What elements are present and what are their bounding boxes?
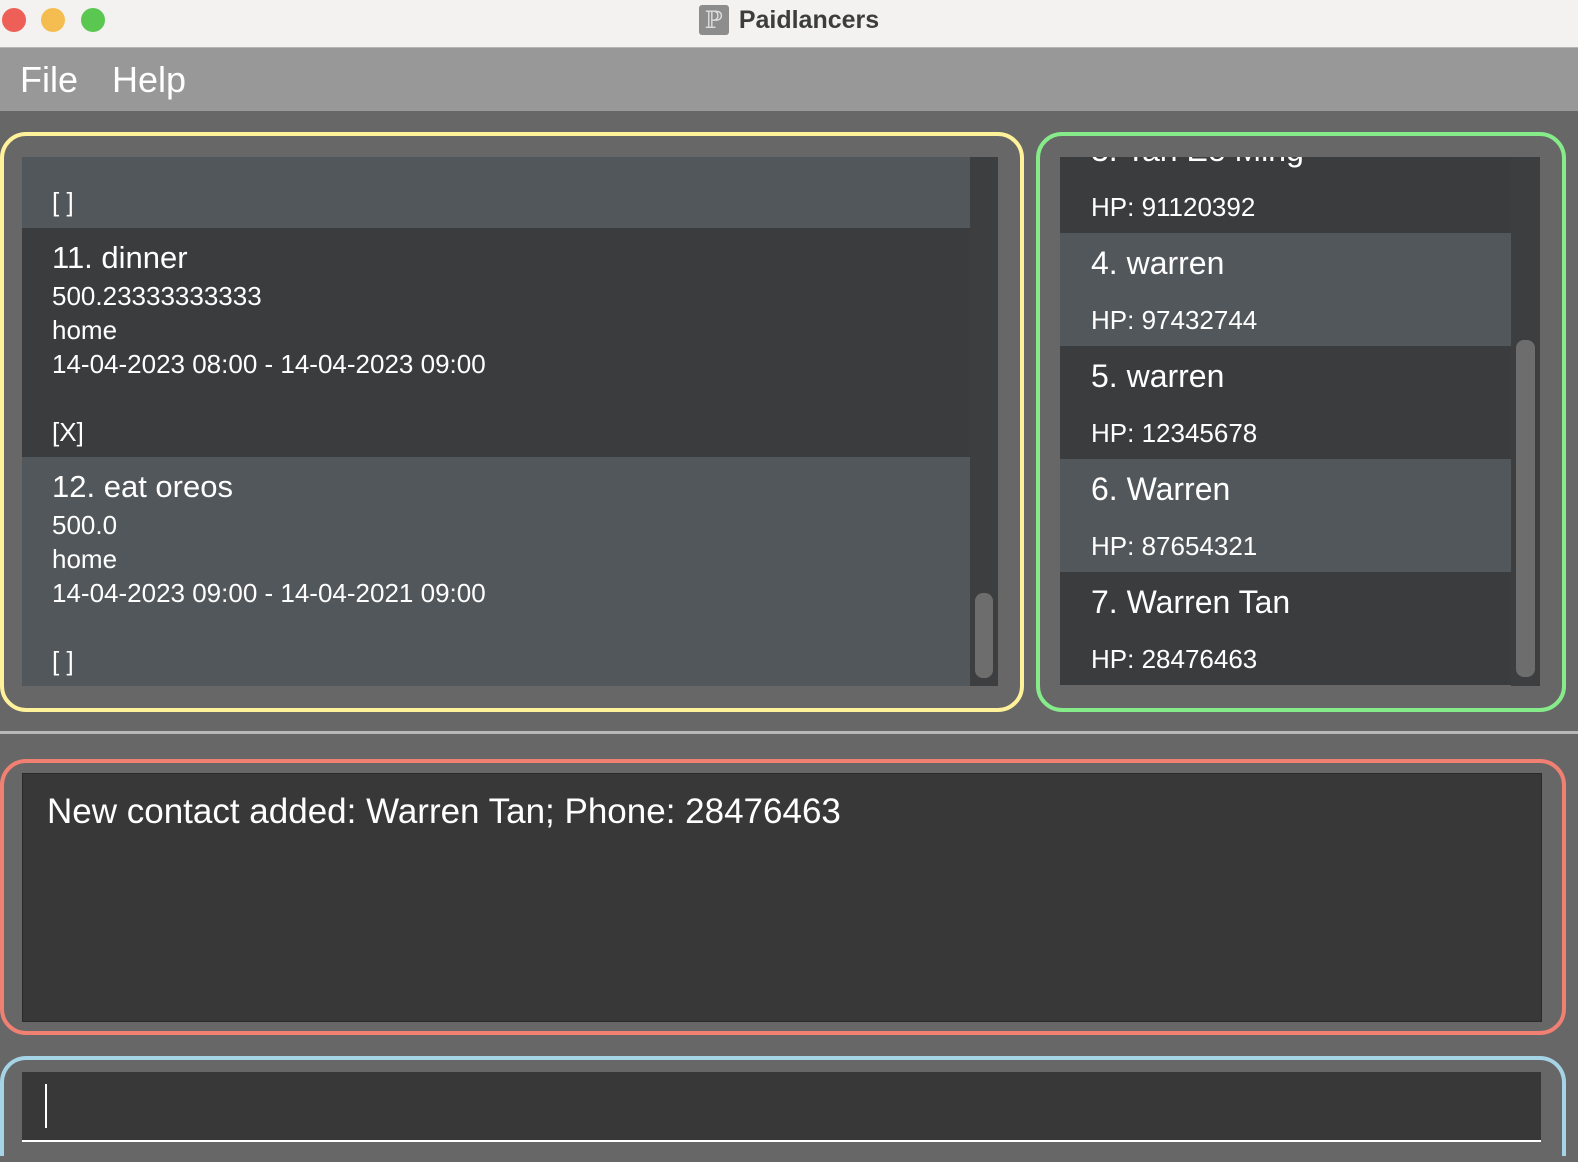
contact-card[interactable]: 3. Tan Ee Ming HP: 91120392 xyxy=(1060,157,1511,233)
task-value: 500.0 xyxy=(52,510,118,540)
task-status: [X] xyxy=(52,417,84,447)
contact-card[interactable]: 4. warren HP: 97432744 xyxy=(1060,233,1511,346)
contact-list-scroll-thumb[interactable] xyxy=(1516,340,1535,677)
result-display: New contact added: Warren Tan; Phone: 28… xyxy=(22,773,1542,1022)
window-title: Paidlancers xyxy=(738,5,880,34)
contact-name: 4. warren xyxy=(1091,245,1225,281)
contact-name: 5. warren xyxy=(1091,358,1225,394)
task-card[interactable]: 12. eat oreos 500.0 home 14-04-2023 09:0… xyxy=(22,457,970,686)
menu-help[interactable]: Help xyxy=(112,59,186,101)
app-logo-icon: ℙ xyxy=(698,5,729,35)
contact-phone: HP: 97432744 xyxy=(1091,305,1258,335)
contact-phone: HP: 28476463 xyxy=(1091,644,1258,674)
contact-name: 6. Warren xyxy=(1091,471,1231,507)
contact-phone: HP: 91120392 xyxy=(1091,192,1256,222)
task-status: [ ] xyxy=(52,187,74,217)
task-list[interactable]: [ ] 11. dinner 500.23333333333 home 14-0… xyxy=(22,157,970,686)
contact-phone: HP: 87654321 xyxy=(1091,531,1258,561)
contact-list[interactable]: 3. Tan Ee Ming HP: 91120392 4. warren HP… xyxy=(1060,157,1511,686)
contact-phone: HP: 12345678 xyxy=(1091,418,1258,448)
task-list-scrollbar[interactable] xyxy=(970,157,998,686)
contact-list-scrollbar[interactable] xyxy=(1511,157,1540,686)
task-card[interactable]: [ ] xyxy=(22,157,970,228)
command-input[interactable] xyxy=(22,1072,1541,1142)
menu-bar: File Help xyxy=(0,48,1578,111)
task-location: home xyxy=(52,315,118,345)
task-list-scroll-thumb[interactable] xyxy=(975,593,993,678)
contact-name: 3. Tan Ee Ming xyxy=(1091,157,1304,169)
contact-card[interactable]: 6. Warren HP: 87654321 xyxy=(1060,459,1511,572)
contact-card[interactable]: 5. warren HP: 12345678 xyxy=(1060,346,1511,459)
task-value: 500.23333333333 xyxy=(52,281,262,311)
task-title: 12. eat oreos xyxy=(52,469,233,504)
task-time: 14-04-2023 09:00 - 14-04-2021 09:00 xyxy=(52,578,486,608)
menu-file[interactable]: File xyxy=(20,59,78,101)
window-titlebar: ℙ Paidlancers xyxy=(0,0,1578,48)
contact-card[interactable]: 7. Warren Tan HP: 28476463 xyxy=(1060,572,1511,685)
task-card[interactable]: 11. dinner 500.23333333333 home 14-04-20… xyxy=(22,228,970,457)
text-cursor xyxy=(45,1084,47,1128)
split-pane-divider[interactable] xyxy=(0,731,1578,734)
result-message: New contact added: Warren Tan; Phone: 28… xyxy=(47,792,841,831)
contact-name: 7. Warren Tan xyxy=(1091,584,1291,620)
task-location: home xyxy=(52,544,118,574)
task-time: 14-04-2023 08:00 - 14-04-2023 09:00 xyxy=(52,349,486,379)
task-title: 11. dinner xyxy=(52,240,188,275)
task-status: [ ] xyxy=(52,646,74,676)
